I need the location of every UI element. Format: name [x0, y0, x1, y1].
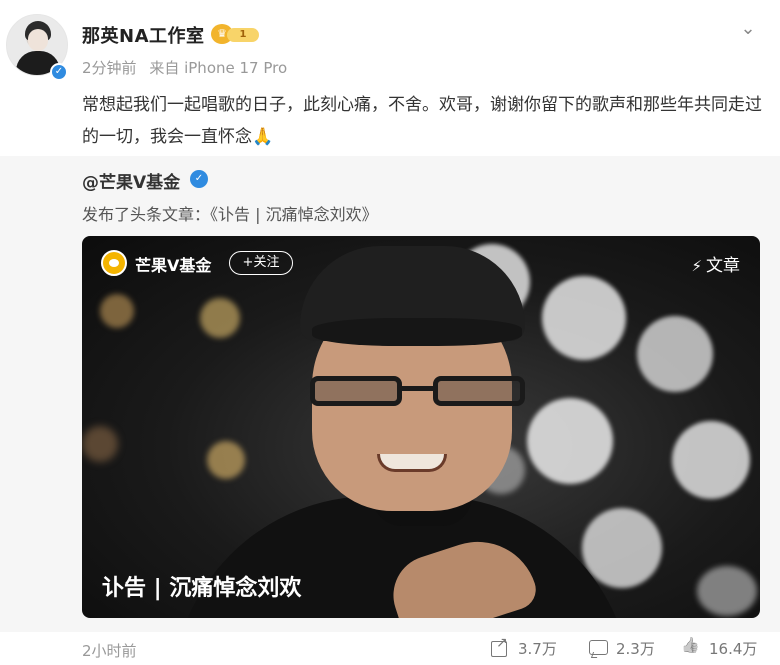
card-header: 芒果V基金 +关注 ⚡ 文章 [82, 236, 760, 290]
vip-badge[interactable]: ♛ 1 [211, 24, 259, 44]
follow-button[interactable]: +关注 [229, 251, 293, 275]
photo-cap-brim [312, 318, 522, 346]
photo-smile [377, 454, 447, 472]
share-button[interactable]: 3.7万 [490, 635, 557, 659]
vip-level: 1 [227, 28, 259, 42]
article-card[interactable]: 芒果V基金 +关注 ⚡ 文章 讣告 | 沉痛悼念刘欢 [82, 236, 760, 618]
verified-icon: ✓ [50, 63, 68, 81]
photo-glasses-bridge [402, 386, 433, 391]
share-count: 3.7万 [518, 640, 557, 658]
thumbs-up-icon [681, 638, 701, 658]
avatar-face [28, 29, 48, 51]
article-type-text: 文章 [706, 256, 740, 276]
post-source: 来自 iPhone 17 Pro [149, 59, 288, 77]
repost-time[interactable]: 2小时前 [82, 640, 137, 661]
repost-action[interactable]: 发布了头条文章：《讣告 | 沉痛悼念刘欢》 [82, 201, 378, 225]
mango-logo-icon[interactable] [101, 250, 127, 276]
like-button[interactable]: 16.4万 [681, 638, 757, 659]
repost-block[interactable]: @芒果V基金 ✓ 发布了头条文章：《讣告 | 沉痛悼念刘欢》 芒果V基金 +关注… [0, 156, 780, 632]
photo-glasses [310, 376, 525, 406]
chevron-down-icon[interactable]: ⌄ [737, 18, 759, 40]
bokeh-light [100, 294, 134, 328]
photo-lens-left [310, 376, 402, 406]
post-meta: 2分钟前 来自 iPhone 17 Pro [82, 57, 287, 78]
article-type-label: ⚡ 文章 [691, 251, 740, 276]
like-count: 16.4万 [709, 640, 758, 658]
author-name[interactable]: 那英NA工作室 [82, 22, 205, 48]
post-time[interactable]: 2分钟前 [82, 59, 137, 77]
post-text: 常想起我们一起唱歌的日子，此刻心痛，不舍。欢哥，谢谢你留下的歌声和那些年共同走过… [82, 95, 762, 147]
lightning-icon: ⚡ [691, 257, 702, 275]
repost-username[interactable]: @芒果V基金 [82, 168, 180, 193]
article-photo-person [172, 246, 632, 618]
bokeh-light [637, 316, 713, 392]
comment-icon [588, 638, 608, 658]
bokeh-light [82, 426, 118, 462]
photo-lens-right [433, 376, 525, 406]
card-account-name[interactable]: 芒果V基金 [135, 252, 211, 276]
article-title[interactable]: 讣告 | 沉痛悼念刘欢 [102, 570, 301, 602]
verified-icon: ✓ [190, 170, 208, 188]
share-icon [490, 635, 510, 658]
bokeh-light [672, 421, 750, 499]
bokeh-light [697, 566, 757, 616]
weibo-post: ✓ 那英NA工作室 ♛ 1 2分钟前 来自 iPhone 17 Pro ⌄ 常想… [0, 0, 780, 665]
comment-button[interactable]: 2.3万 [588, 638, 655, 659]
comment-count: 2.3万 [616, 640, 655, 658]
